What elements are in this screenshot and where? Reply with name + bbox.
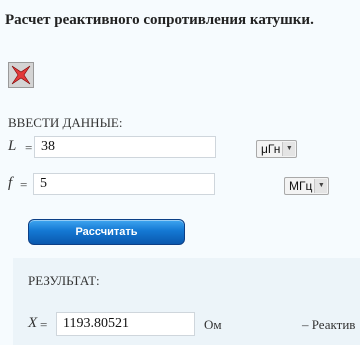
inductance-input[interactable]: [34, 136, 216, 158]
reactance-output[interactable]: [56, 312, 195, 336]
broken-image-icon: [8, 62, 34, 88]
frequency-symbol: f: [8, 175, 13, 191]
inductance-unit-select[interactable]: μГн ▼: [256, 140, 298, 158]
frequency-unit-value: МГц: [289, 179, 313, 193]
inductance-equals: =: [25, 140, 33, 155]
inductance-symbol: L: [8, 138, 17, 154]
calculate-button[interactable]: Рассчитать: [28, 219, 185, 245]
page-title: Расчет реактивного сопротивления катушки…: [5, 12, 314, 28]
chevron-down-icon: ▼: [314, 179, 328, 193]
frequency-equals: =: [20, 177, 28, 192]
reactance-unit: Ом: [204, 317, 222, 332]
input-section-label: ВВЕСТИ ДАННЫЕ:: [8, 115, 123, 130]
reactance-equals: =: [40, 317, 48, 332]
reactance-note: – Реактив: [302, 317, 356, 332]
inductance-unit-value: μГн: [261, 142, 281, 156]
chevron-down-icon: ▼: [282, 142, 296, 156]
reactance-symbol: X: [28, 315, 38, 331]
frequency-unit-select[interactable]: МГц ▼: [284, 177, 330, 195]
result-section-label: РЕЗУЛЬТАТ:: [28, 273, 100, 288]
frequency-input[interactable]: [33, 173, 215, 195]
